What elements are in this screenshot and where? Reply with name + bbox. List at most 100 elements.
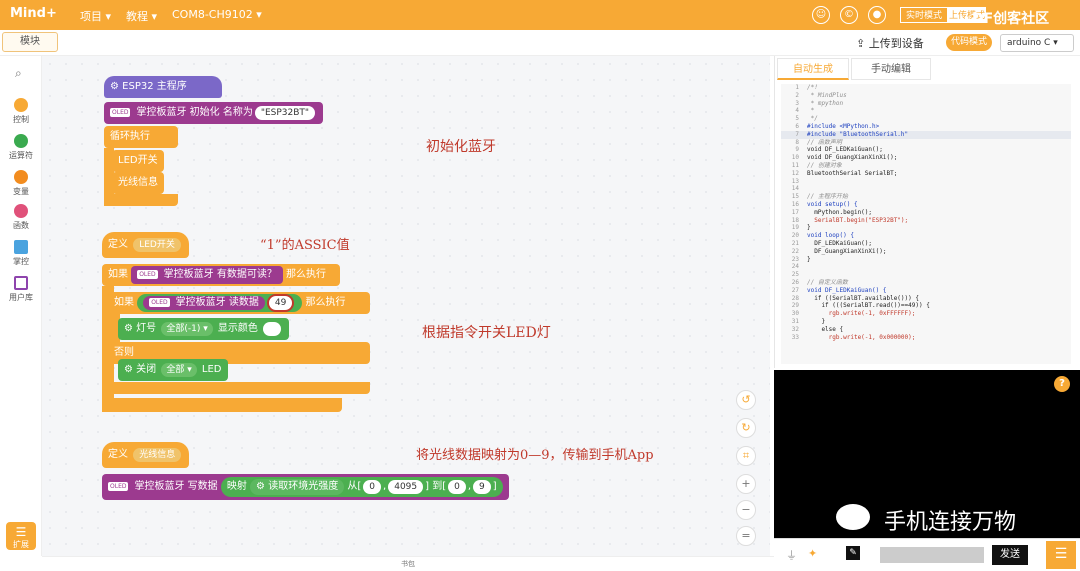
main-program-hat[interactable]: ⚙ ESP32 主程序: [104, 76, 222, 98]
code-line: 33 rgb.write(-1, 0x000000);: [781, 334, 1071, 342]
bt-write-block[interactable]: OLED 掌控板蓝牙 写数据 映射 ⚙ 读取环境光强度 从[0, 4095] 到[0…: [102, 474, 509, 500]
menu-port[interactable]: COM8-CH9102 ▾: [172, 8, 262, 21]
tab-manual-edit[interactable]: 手动编辑: [851, 58, 931, 80]
category-functions[interactable]: 函数: [0, 204, 42, 231]
zoom-out-icon[interactable]: −: [736, 500, 756, 520]
off-led-label: LED: [201, 364, 222, 375]
off-index-dropdown[interactable]: 全部 ▾: [161, 363, 197, 377]
block-canvas[interactable]: ⚙ ESP32 主程序 OLED 掌控板蓝牙 初始化 名称为 "ESP32BT" 循…: [42, 56, 770, 556]
line-number: 7: [795, 130, 799, 138]
read-light-block[interactable]: ⚙ 读取环境光强度: [250, 479, 345, 495]
upload-label: 上传到设备: [868, 37, 924, 50]
code-line: 5 */: [781, 115, 1071, 123]
robot-icon[interactable]: ☺: [812, 6, 830, 24]
call-light-info-block[interactable]: 光线信息: [112, 172, 164, 194]
tab-auto-generate[interactable]: 自动生成: [777, 58, 849, 80]
category-variables[interactable]: 变量: [0, 170, 42, 197]
send-button[interactable]: 发送: [992, 545, 1028, 565]
board-select[interactable]: arduino C ▾: [1000, 34, 1074, 52]
help-icon[interactable]: ?: [1054, 376, 1070, 392]
call-led-switch-block[interactable]: LED开关: [112, 150, 164, 172]
upload-to-device-button[interactable]: ⇪ 上传到设备: [856, 35, 924, 51]
from-max-input[interactable]: 4095: [388, 480, 424, 494]
code-mode-toggle[interactable]: 代码模式: [946, 34, 992, 51]
settings-icon[interactable]: ©: [840, 6, 858, 24]
equals-operator-block[interactable]: OLED 掌控板蓝牙 读数据 49: [137, 294, 303, 312]
main-hat-label: ESP32 主程序: [122, 81, 187, 92]
library-icon: [14, 276, 28, 290]
line-number: 14: [791, 185, 799, 193]
line-number: 33: [791, 333, 799, 341]
from-label: 从[: [347, 481, 362, 492]
code-text: else {: [807, 325, 844, 333]
zoom-reset-icon[interactable]: =: [736, 526, 756, 546]
code-view[interactable]: 1/*! 2 * MindPlus 3 * mpython 4 * 5 */6 #incl…: [781, 84, 1071, 364]
line-number: 10: [791, 154, 799, 162]
rgb-off-block[interactable]: ⚙ 关闭 全部 ▾ LED: [118, 359, 228, 381]
board-icon: ⚙: [124, 364, 137, 375]
line-number: 16: [791, 200, 799, 208]
serial-input[interactable]: [880, 547, 984, 563]
bt-init-block[interactable]: OLED 掌控板蓝牙 初始化 名称为 "ESP32BT": [104, 102, 324, 124]
menu-tutorial[interactable]: 教程 ▾: [126, 8, 157, 24]
code-line: 15 // 主程序开始: [781, 193, 1071, 201]
to-max-input[interactable]: 9: [473, 480, 491, 494]
code-line: 7 #include "BluetoothSerial.h": [781, 130, 1071, 139]
connect-icon[interactable]: ✦: [808, 547, 817, 560]
usb-icon[interactable]: ⏚: [786, 547, 797, 563]
category-label: 运算符: [9, 151, 33, 160]
if-available-block[interactable]: 如果 OLED 掌控板蓝牙 有数据可读？ 那么执行: [102, 264, 340, 286]
then-label: 那么执行: [305, 297, 346, 308]
bt-available-block[interactable]: OLED 掌控板蓝牙 有数据可读？: [131, 266, 283, 284]
to-min-input[interactable]: 0: [448, 480, 466, 494]
category-control[interactable]: 控制: [0, 98, 42, 125]
menu-project[interactable]: 项目 ▾: [80, 8, 111, 24]
code-text: rgb.write(-1, 0x000000);: [807, 333, 916, 341]
equals-value-input[interactable]: 49: [266, 294, 295, 312]
serial-monitor: ? 手机连接万物: [774, 370, 1080, 538]
loop-block[interactable]: 循环执行: [104, 126, 178, 148]
realtime-mode-button[interactable]: 实时模式: [900, 7, 948, 23]
define-label: 定义: [108, 449, 128, 460]
crop-icon[interactable]: ⌗: [736, 446, 756, 466]
board-chip-icon: OLED: [137, 269, 158, 279]
define-light-info-block[interactable]: 定义 光线信息: [102, 442, 190, 468]
backpack-bar[interactable]: 书包: [42, 556, 774, 571]
line-number: 29: [791, 302, 799, 310]
code-text: *: [807, 107, 815, 115]
code-line: 30 rgb.write(-1, 0xFFFFFF);: [781, 310, 1071, 318]
code-text: }: [807, 255, 811, 263]
define-led-switch-block[interactable]: 定义 LED开关: [102, 232, 189, 258]
user-icon[interactable]: ●: [868, 6, 886, 24]
rgb-index-dropdown[interactable]: 全部(-1) ▾: [161, 322, 213, 336]
rgb-color-label: 显示颜色: [217, 323, 258, 334]
bt-read-block[interactable]: OLED 掌控板蓝牙 读数据: [143, 296, 265, 310]
define-label: 定义: [108, 239, 128, 250]
close-bracket-label: ]: [492, 481, 497, 492]
board-chip-icon: OLED: [108, 481, 129, 491]
undo-icon[interactable]: ↺: [736, 390, 756, 410]
search-icon[interactable]: ⌕: [15, 66, 22, 81]
category-operators[interactable]: 运算符: [0, 134, 42, 161]
extensions-button[interactable]: ☰ 扩展: [6, 522, 36, 550]
code-line: 12 BluetoothSerial SerialBT;: [781, 170, 1071, 178]
code-text: DF_LEDKaiGuan();: [807, 239, 873, 247]
blocks-tab[interactable]: 模块: [2, 32, 58, 52]
app-logo: Mind+: [10, 6, 57, 21]
list-icon[interactable]: ☰: [1046, 541, 1076, 569]
bt-name-input[interactable]: "ESP32BT": [254, 106, 316, 120]
zoom-in-icon[interactable]: +: [736, 474, 756, 494]
color-swatch-input[interactable]: [263, 322, 282, 336]
code-line: 32 else {: [781, 326, 1071, 334]
category-user-library[interactable]: 用户库: [0, 276, 42, 303]
redo-icon[interactable]: ↻: [736, 418, 756, 438]
category-board[interactable]: 掌控: [0, 240, 42, 267]
if-equals-block[interactable]: 如果 OLED 掌控板蓝牙 读数据 49 那么执行: [108, 292, 370, 314]
line-number: 1: [795, 84, 799, 91]
from-min-input[interactable]: 0: [363, 480, 382, 494]
map-block[interactable]: 映射 ⚙ 读取环境光强度 从[0, 4095] 到[0, 9]: [220, 477, 503, 497]
code-line: 2 * MindPlus: [781, 92, 1071, 100]
clear-icon[interactable]: ✎: [846, 546, 860, 560]
rgb-on-block[interactable]: ⚙ 灯号 全部(-1) ▾ 显示颜色: [118, 318, 290, 340]
line-number: 21: [791, 239, 799, 247]
